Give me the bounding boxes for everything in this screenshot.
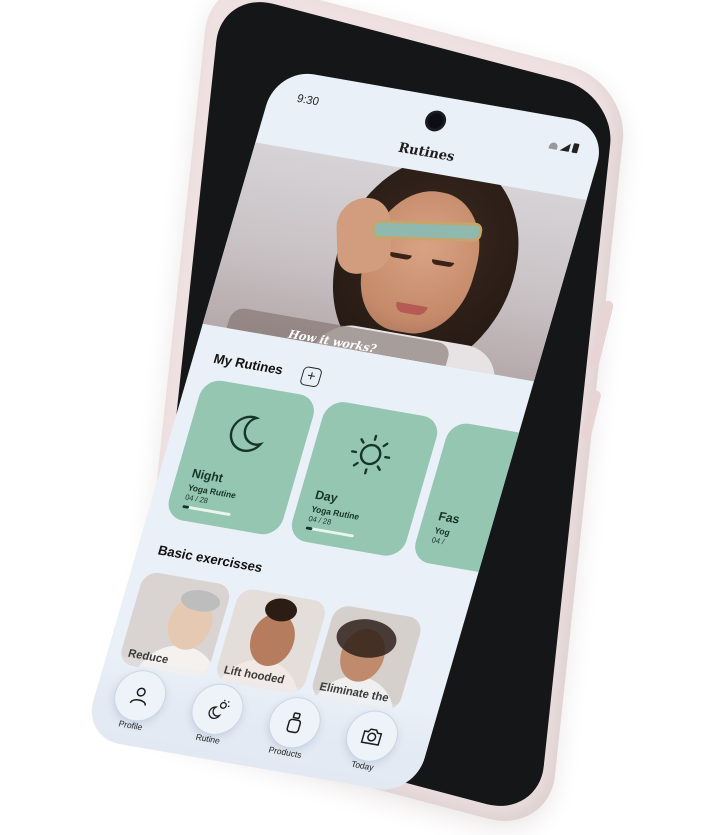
signal-icon [559,142,571,152]
battery-icon [571,143,579,153]
card-name: Fas [437,509,462,527]
my-rutines-title: My Rutines [212,351,285,378]
face-roller [370,220,483,242]
sun-icon [343,429,398,479]
card-name: Night [190,466,225,485]
camera-icon [358,723,387,749]
sun-moon-icon [203,696,232,722]
front-camera [426,112,445,129]
device-scene: 9:30 Rutines [0,0,726,804]
moon-icon [220,408,275,458]
status-time: 9:30 [295,91,320,108]
info-title: How it works? [287,327,378,355]
nav-rutine[interactable] [185,680,249,739]
nav-today[interactable] [340,707,404,766]
card-name: Day [314,487,340,505]
wifi-icon [548,142,558,150]
person-icon [126,683,155,709]
nav-profile[interactable] [108,666,172,725]
nav-products[interactable] [263,693,327,752]
card-count: 04 / [431,536,446,547]
bottle-icon [280,710,309,736]
progress-bar [182,505,231,516]
progress-fill [305,526,312,530]
status-icons [548,139,579,153]
add-rutine-button[interactable]: + [299,366,323,388]
progress-bar [305,526,354,537]
close-icon[interactable]: × [410,366,431,382]
progress-fill [182,505,189,509]
basic-exercises-title: Basic exercisses [156,542,264,575]
